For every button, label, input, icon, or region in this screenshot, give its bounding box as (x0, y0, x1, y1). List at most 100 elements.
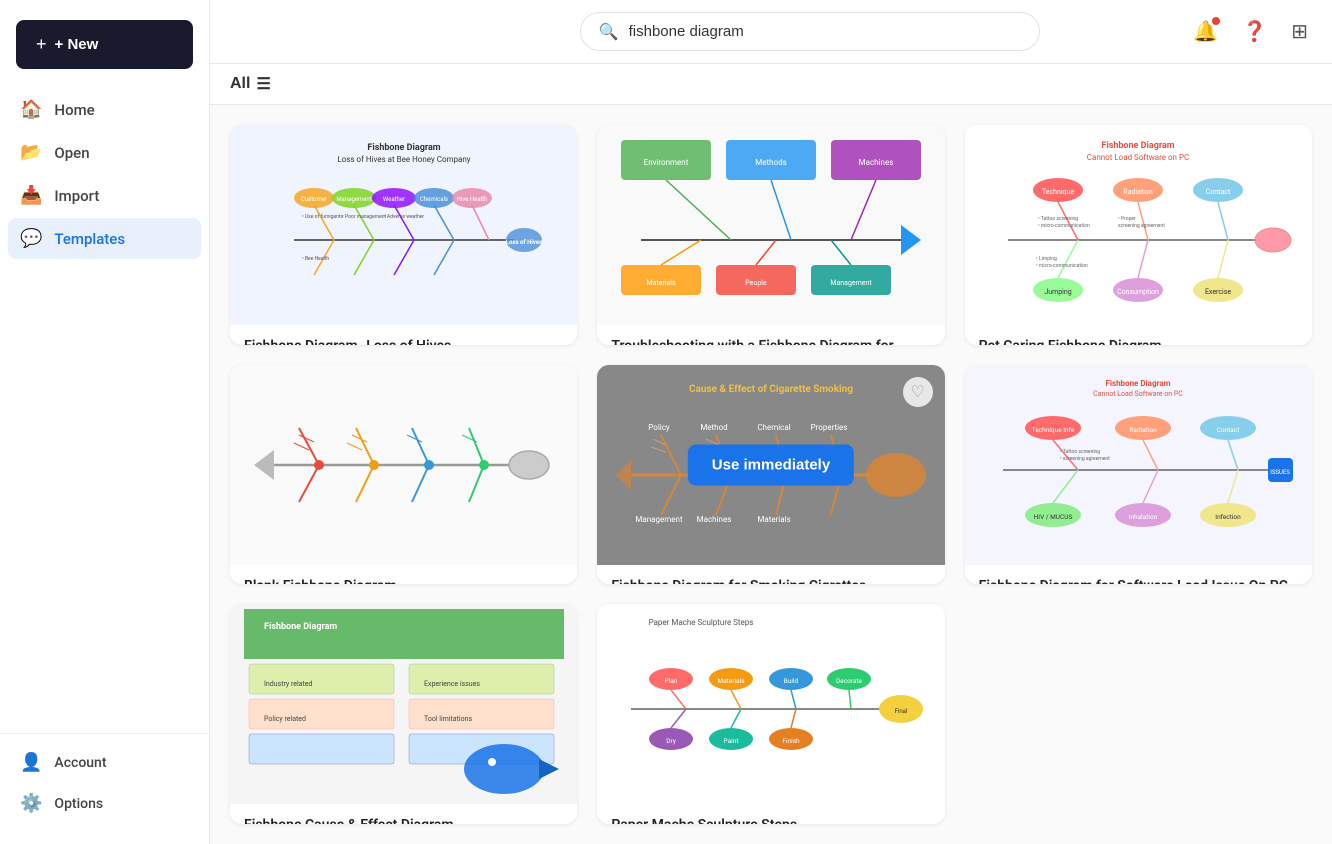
template-card-smoking[interactable]: ♡ Cause & Effect of Cigarette Smoking (597, 365, 944, 585)
grid-button[interactable]: ⊞ (1287, 15, 1312, 48)
help-button[interactable]: ❓ (1238, 15, 1271, 48)
svg-text:• Proper: • Proper (1118, 216, 1136, 222)
svg-text:Paper Mache Sculpture Steps: Paper Mache Sculpture Steps (649, 618, 754, 627)
plus-icon: + (36, 34, 47, 55)
sidebar-item-import[interactable]: 📥 Import (8, 175, 201, 216)
search-input[interactable] (629, 23, 1021, 40)
svg-text:Exercise: Exercise (1205, 288, 1231, 296)
svg-text:Chemical: Chemical (757, 423, 790, 432)
svg-text:Policy: Policy (648, 423, 670, 432)
svg-text:Management: Management (336, 196, 371, 203)
card-title: Troubleshooting with a Fishbone Diagram … (611, 337, 930, 345)
sidebar-item-label: Home (54, 101, 94, 119)
sidebar: + + New 🏠 Home 📂 Open 📥 Import 💬 Templat… (0, 0, 210, 844)
templates-icon: 💬 (20, 228, 42, 249)
template-card-troubleshoot[interactable]: Environment Methods Machines Materials (597, 125, 944, 345)
svg-text:• Adverse weather: • Adverse weather (384, 214, 424, 220)
svg-text:HIV / MUCUS: HIV / MUCUS (1034, 513, 1073, 521)
svg-text:Materials: Materials (646, 279, 676, 287)
svg-text:Cannot Load Software on PC: Cannot Load Software on PC (1094, 390, 1184, 398)
svg-text:ISSUES: ISSUES (1271, 469, 1291, 476)
svg-text:screening agreement: screening agreement (1118, 223, 1165, 229)
card-title: Fishbone Diagram for Software Load Issue… (979, 577, 1298, 585)
sidebar-item-label: Templates (54, 230, 125, 248)
svg-text:Radiation: Radiation (1130, 426, 1158, 434)
sidebar-item-open[interactable]: 📂 Open (8, 132, 201, 173)
svg-text:Paint: Paint (724, 737, 739, 745)
notification-button[interactable]: 🔔 (1189, 15, 1222, 48)
template-card-software-load[interactable]: Fishbone Diagram Cannot Load Software on… (965, 365, 1312, 585)
sidebar-item-home[interactable]: 🏠 Home (8, 89, 201, 130)
svg-text:Materials: Materials (757, 515, 790, 524)
svg-text:People: People (745, 279, 767, 287)
card-info: Fishbone Diagram- Loss of Hives 👁 59 ♡ 0… (230, 325, 577, 345)
svg-text:• Tattoo screening: • Tattoo screening (1060, 449, 1100, 455)
template-card-pet-caring[interactable]: Fishbone Diagram Cannot Load Software on… (965, 125, 1312, 345)
svg-text:• micro-communication: • micro-communication (1036, 263, 1088, 269)
card-info: Blank Fishbone Diagram (230, 565, 577, 585)
svg-text:Dry: Dry (666, 737, 676, 745)
card-image: Fishbone Diagram Cannot Load Software on… (965, 365, 1312, 565)
filter-menu-icon: ☰ (256, 74, 270, 94)
sidebar-item-account[interactable]: 👤 Account (8, 742, 201, 783)
template-card-loss-hives[interactable]: Fishbone Diagram Loss of Hives at Bee Ho… (230, 125, 577, 345)
svg-text:Methods: Methods (755, 158, 786, 167)
svg-text:Fishbone Diagram: Fishbone Diagram (1102, 141, 1175, 151)
svg-text:Management: Management (830, 279, 872, 287)
card-image: Fishbone Diagram Cannot Load Software on… (965, 125, 1312, 325)
fishbone-cause-svg: Fishbone Diagram Industry related Experi… (244, 609, 564, 799)
svg-text:Policy related: Policy related (264, 715, 306, 723)
svg-text:Tool limitations: Tool limitations (424, 715, 472, 723)
fishbone-blank-svg (244, 370, 564, 560)
new-button[interactable]: + + New (16, 20, 193, 69)
svg-text:Infection: Infection (1216, 513, 1242, 521)
topbar: 🔍 🔔 ❓ ⊞ (210, 0, 1332, 64)
heart-button[interactable]: ♡ (903, 377, 933, 407)
filter-all-button[interactable]: All ☰ (230, 74, 271, 94)
svg-text:Fishbone Diagram: Fishbone Diagram (1106, 379, 1171, 388)
svg-text:Cause & Effect of Cigarette Sm: Cause & Effect of Cigarette Smoking (689, 384, 853, 395)
svg-text:Materials: Materials (717, 677, 745, 685)
svg-text:• micro-communication: • micro-communication (1038, 223, 1090, 229)
sidebar-bottom: 👤 Account ⚙️ Options (0, 733, 209, 832)
account-icon: 👤 (20, 752, 42, 773)
search-icon: 🔍 (599, 22, 619, 41)
card-title: Pet Caring Fishbone Diagram (979, 337, 1298, 345)
search-bar: 🔍 (580, 12, 1040, 51)
svg-text:Properties: Properties (811, 423, 848, 432)
svg-text:Contact: Contact (1206, 188, 1231, 196)
options-label: Options (54, 796, 103, 812)
topbar-actions: 🔔 ❓ ⊞ (1189, 15, 1312, 48)
card-info: Paper Mache Sculpture Steps (597, 804, 944, 824)
svg-text:• Bee Health: • Bee Health (302, 256, 329, 262)
svg-text:Loss of Hives: Loss of Hives (505, 239, 541, 246)
card-info: Pet Caring Fishbone Diagram 👁 319 ♡ 3 🗂 … (965, 325, 1312, 345)
card-image: Environment Methods Machines Materials (597, 125, 944, 325)
sidebar-item-templates[interactable]: 💬 Templates (8, 218, 201, 259)
svg-text:Cannot Load Software on PC: Cannot Load Software on PC (1087, 153, 1189, 162)
svg-text:Hive Health: Hive Health (456, 196, 487, 203)
svg-text:• screening agreement: • screening agreement (1060, 456, 1110, 462)
use-immediately-button[interactable]: Use immediately (688, 444, 854, 485)
svg-text:Build: Build (784, 677, 799, 685)
open-icon: 📂 (20, 142, 42, 163)
template-card-paper-mache[interactable]: Paper Mache Sculpture Steps Final Plan M… (597, 604, 944, 824)
sidebar-item-label: Open (54, 144, 89, 162)
template-card-blank[interactable]: Blank Fishbone Diagram (230, 365, 577, 585)
card-info: Fishbone Cause & Effect Diagram (230, 804, 577, 824)
sidebar-item-options[interactable]: ⚙️ Options (8, 783, 201, 824)
svg-text:Machines: Machines (859, 158, 894, 167)
svg-text:Method: Method (700, 423, 727, 432)
import-icon: 📥 (20, 185, 42, 206)
svg-text:Industry related: Industry related (264, 680, 312, 688)
svg-text:Fishbone Diagram: Fishbone Diagram (367, 143, 440, 153)
template-card-cause-effect[interactable]: Fishbone Diagram Industry related Experi… (230, 604, 577, 824)
account-label: Account (54, 755, 106, 771)
card-image: Paper Mache Sculpture Steps Final Plan M… (597, 604, 944, 804)
svg-text:Weather: Weather (383, 196, 405, 203)
filter-all-label: All (230, 75, 250, 93)
filter-bar: All ☰ (210, 64, 1332, 105)
svg-text:Loss of Hives at Bee Honey Com: Loss of Hives at Bee Honey Company (337, 155, 470, 164)
svg-text:Contact: Contact (1217, 426, 1240, 434)
card-image (230, 365, 577, 565)
